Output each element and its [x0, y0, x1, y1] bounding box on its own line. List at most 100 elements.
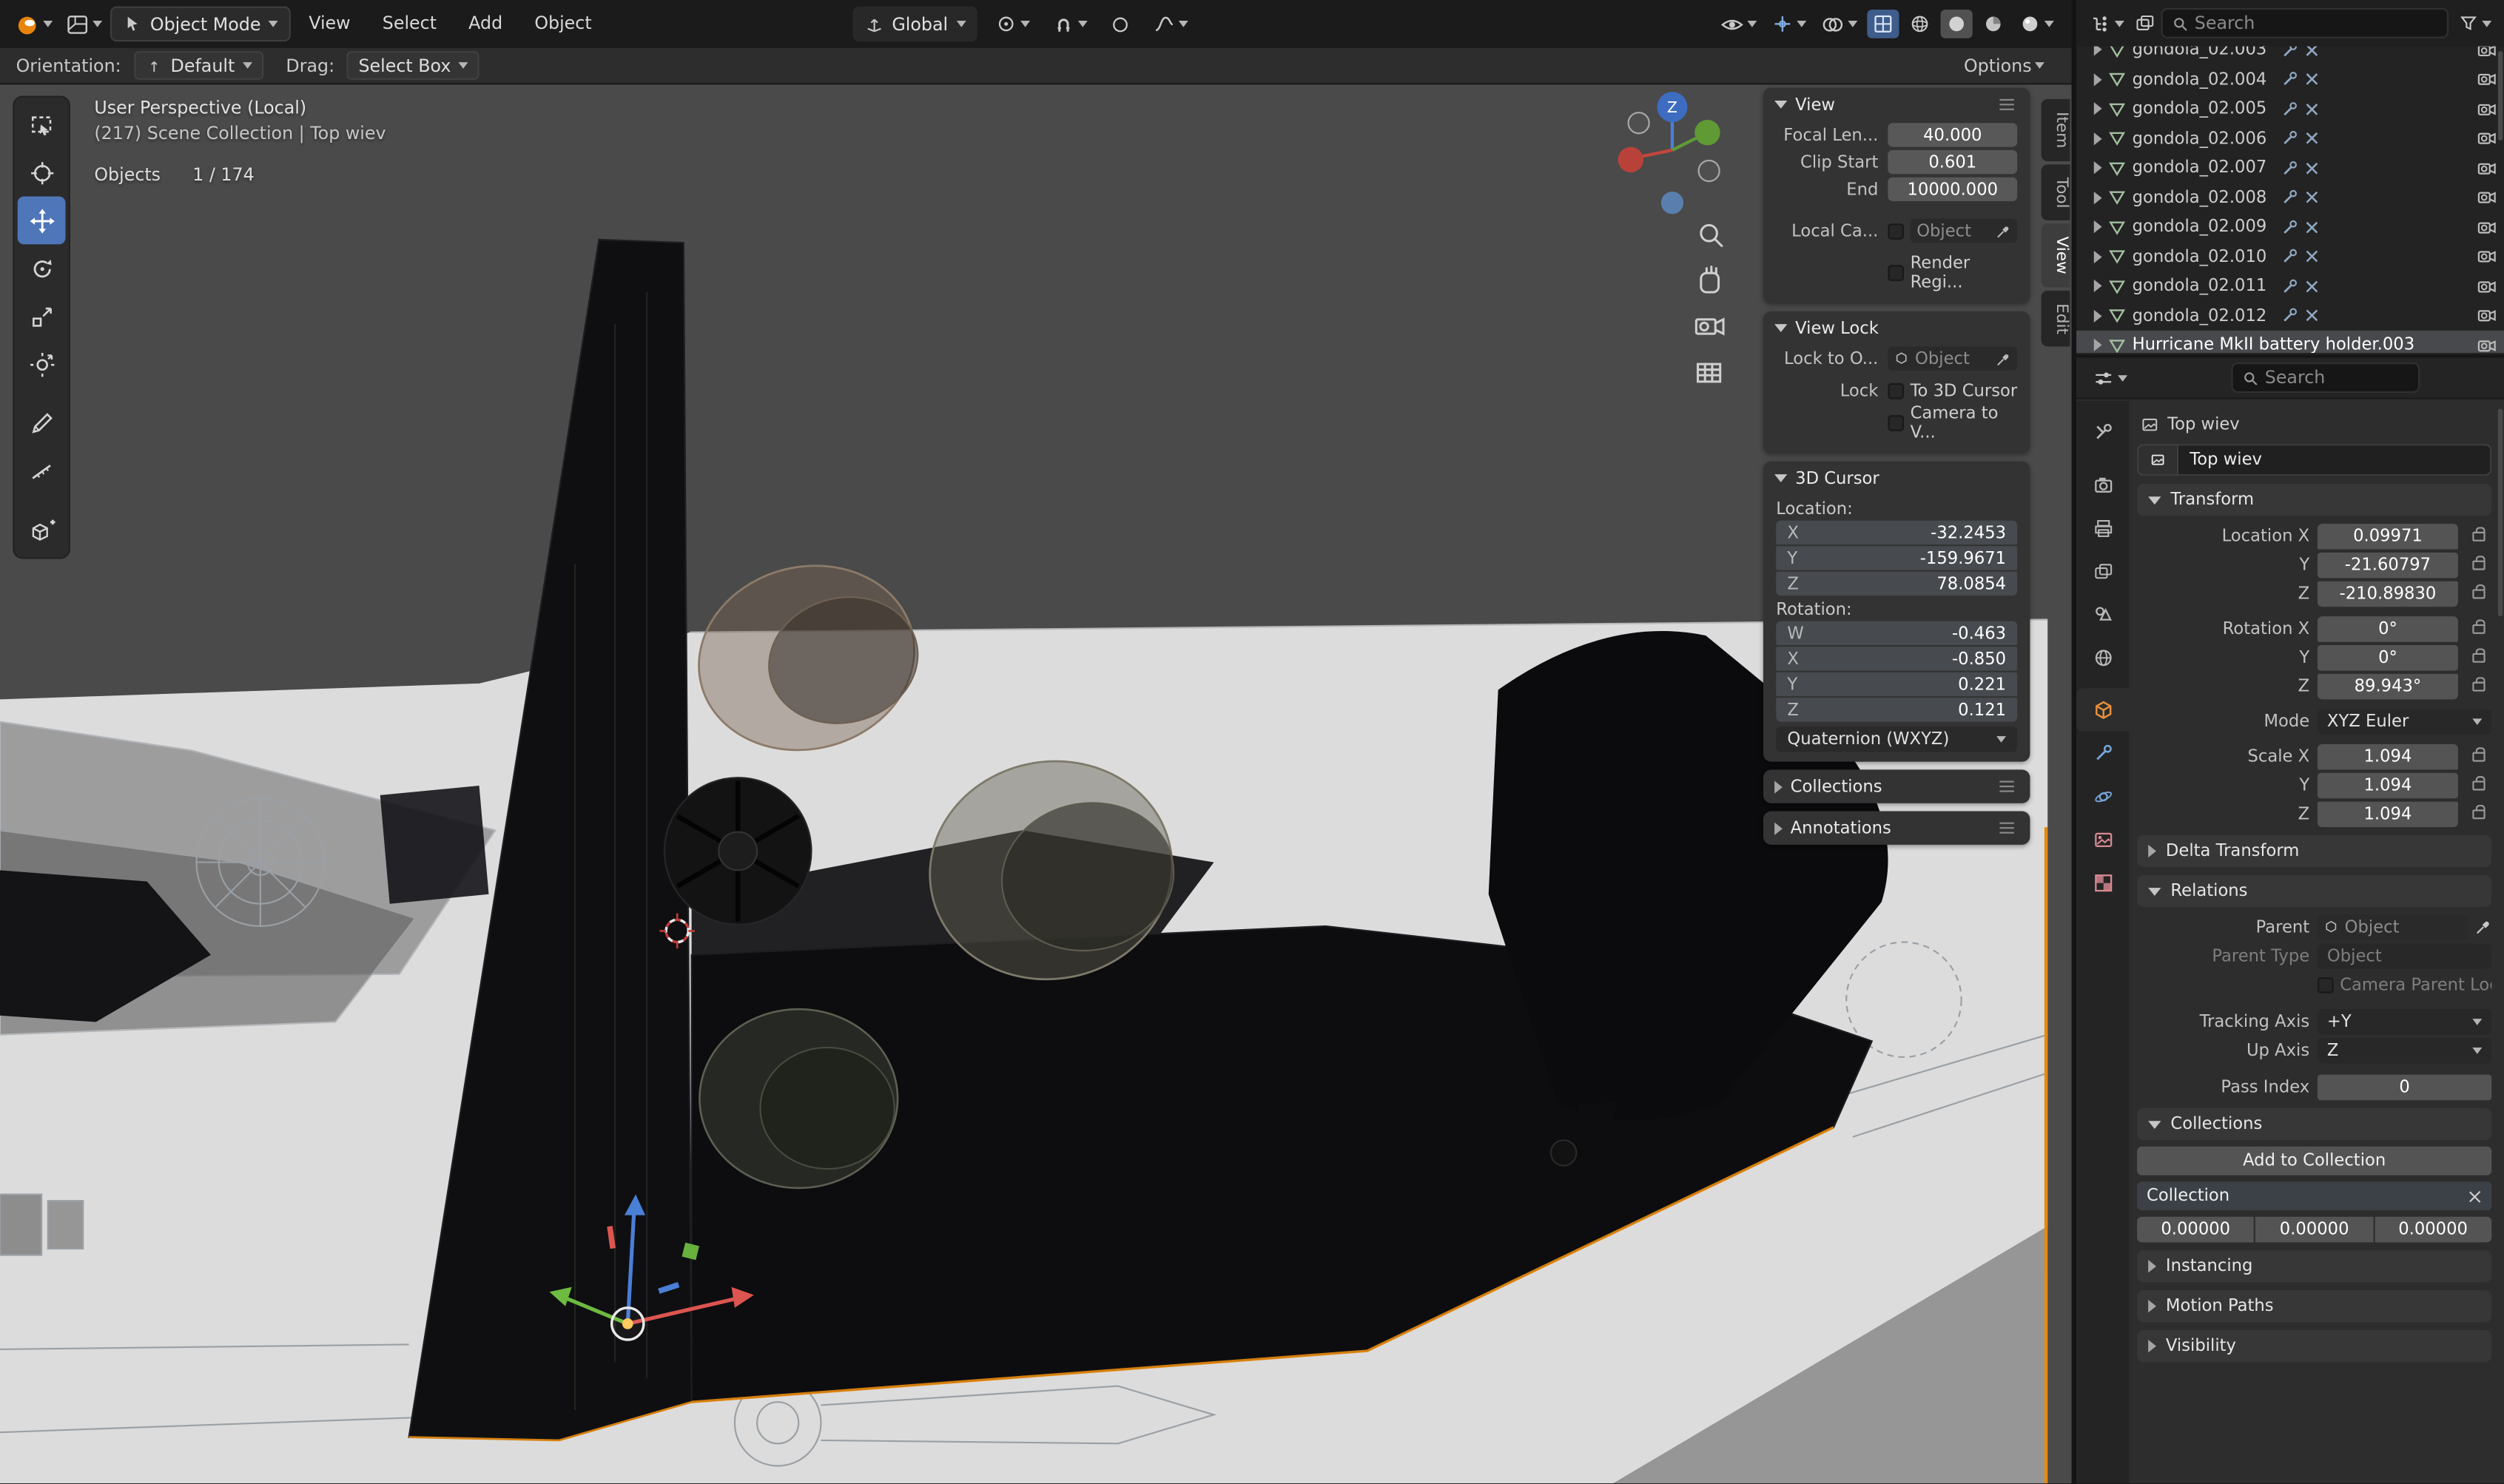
tab-modifiers[interactable] — [2076, 732, 2129, 775]
restrict-render-icon[interactable] — [2477, 248, 2497, 266]
menu-object[interactable]: Object — [520, 0, 606, 48]
outliner-item[interactable]: gondola_02.009 — [2076, 212, 2504, 242]
focal-length-field[interactable]: 40.000 — [1888, 123, 2017, 146]
sidebar-tab[interactable]: Tool — [2042, 164, 2070, 220]
axis-number-field[interactable]: Z 0.121 — [1776, 698, 2017, 721]
show-gizmo-button[interactable] — [1766, 10, 1811, 38]
pivot-point-button[interactable] — [989, 10, 1034, 38]
drag-dropdown[interactable]: Select Box — [347, 51, 479, 80]
delta-transform-header[interactable]: Delta Transform — [2137, 835, 2491, 867]
lock-icon[interactable] — [2472, 560, 2485, 570]
wrench-icon[interactable] — [2281, 71, 2299, 89]
editor-type-button[interactable] — [61, 9, 107, 39]
outliner-item[interactable]: gondola_02.012 — [2076, 301, 2504, 331]
tab-texture[interactable] — [2076, 860, 2129, 903]
number-field[interactable]: 1.094 — [2318, 772, 2458, 798]
up-axis-dropdown[interactable]: Z — [2318, 1037, 2491, 1063]
display-mode-icon[interactable] — [2134, 12, 2156, 34]
number-field[interactable]: -21.60797 — [2318, 552, 2458, 578]
wrench-icon[interactable] — [2281, 248, 2299, 266]
breadcrumb[interactable]: Top wiev — [2137, 409, 2491, 441]
snap-button[interactable] — [1047, 10, 1091, 38]
wrench-icon[interactable] — [2281, 189, 2299, 206]
wrench-icon[interactable] — [2281, 129, 2299, 147]
pass-index-field[interactable]: 0 — [2318, 1074, 2491, 1100]
menu-view[interactable]: View — [295, 0, 365, 48]
eyedropper-icon[interactable] — [1995, 223, 2011, 239]
tool-scale[interactable] — [18, 292, 66, 340]
collapse-icon[interactable] — [1774, 101, 1787, 109]
number-field[interactable]: 1.094 — [2318, 800, 2458, 826]
wrench-icon[interactable] — [2281, 159, 2299, 177]
show-overlays-button[interactable] — [1816, 10, 1862, 38]
clip-end-field[interactable]: 10000.000 — [1888, 178, 2017, 201]
restrict-render-icon[interactable] — [2477, 307, 2497, 325]
tools-icon[interactable] — [2303, 129, 2321, 147]
collections-section-header[interactable]: Collections — [2137, 1108, 2491, 1140]
tab-output[interactable] — [2076, 506, 2129, 549]
expand-icon[interactable] — [2094, 250, 2102, 263]
tab-view-layer[interactable] — [2076, 550, 2129, 593]
view-panel-header[interactable]: View — [1763, 88, 2030, 121]
lock-icon[interactable] — [2472, 681, 2485, 691]
annotations-panel-header[interactable]: Annotations — [1763, 812, 2030, 845]
collection-offset-field[interactable]: 0.00000 — [2375, 1217, 2491, 1243]
tool-annotate[interactable] — [18, 399, 66, 448]
axis-number-field[interactable]: Y -159.9671 — [1776, 546, 2017, 570]
expand-icon[interactable] — [2094, 162, 2102, 175]
outliner-scrollbar[interactable] — [2498, 51, 2503, 141]
lock-icon[interactable] — [2472, 780, 2485, 789]
relations-section-header[interactable]: Relations — [2137, 875, 2491, 907]
restrict-render-icon[interactable] — [2477, 159, 2497, 177]
tab-physics[interactable] — [2076, 775, 2129, 817]
tab-object-data[interactable] — [2076, 817, 2129, 860]
shading-solid-button[interactable] — [1941, 10, 1973, 38]
sidebar-tab[interactable]: Item — [2042, 99, 2070, 161]
wrench-icon[interactable] — [2281, 307, 2299, 325]
parent-object-field[interactable]: Object — [2318, 914, 2468, 940]
rotation-mode-dropdown[interactable]: Quaternion (WXYZ) — [1776, 726, 2017, 752]
lock-icon[interactable] — [2472, 531, 2485, 541]
tool-move[interactable] — [18, 196, 66, 244]
restrict-render-icon[interactable] — [2477, 189, 2497, 206]
lock-icon[interactable] — [2472, 588, 2485, 598]
collections-panel-header[interactable]: Collections — [1763, 769, 2030, 803]
tools-icon[interactable] — [2303, 189, 2321, 206]
add-to-collection-button[interactable]: Add to Collection — [2137, 1147, 2491, 1176]
collection-offset-field[interactable]: 0.00000 — [2256, 1217, 2373, 1243]
number-field[interactable]: 89.943° — [2318, 673, 2458, 699]
lock-3d-cursor-checkbox[interactable] — [1888, 383, 1904, 399]
number-field[interactable]: 0.09971 — [2318, 523, 2458, 549]
tool-transform[interactable] — [18, 340, 66, 388]
clip-start-field[interactable]: 0.601 — [1888, 150, 2017, 174]
expand-icon[interactable] — [2094, 191, 2102, 203]
render-region-checkbox[interactable] — [1888, 265, 1904, 281]
number-field[interactable]: 0° — [2318, 615, 2458, 641]
camera-parent-lock-checkbox[interactable] — [2318, 977, 2334, 993]
object-name-field[interactable]: Top wiev — [2178, 444, 2491, 476]
tool-add-cube[interactable] — [18, 506, 66, 554]
visibility-section-header[interactable]: Visibility — [2137, 1330, 2491, 1362]
3d-viewport[interactable]: Z User Perspective (Local) (217) Scene C… — [0, 84, 2072, 1483]
expand-icon[interactable] — [2094, 280, 2102, 292]
tab-render[interactable] — [2076, 463, 2129, 506]
expand-icon[interactable] — [2094, 132, 2102, 145]
wrench-icon[interactable] — [2281, 277, 2299, 295]
lock-icon[interactable] — [2472, 652, 2485, 662]
menu-add[interactable]: Add — [454, 0, 517, 48]
outliner-item[interactable]: gondola_02.008 — [2076, 183, 2504, 212]
outliner-item[interactable]: gondola_02.011 — [2076, 271, 2504, 301]
tools-icon[interactable] — [2303, 159, 2321, 177]
wrench-icon[interactable] — [2281, 218, 2299, 236]
options-dropdown[interactable]: Options — [1959, 52, 2050, 79]
outliner-item[interactable]: Hurricane MkII battery holder.003 — [2076, 331, 2504, 353]
properties-editor-type-button[interactable] — [2087, 363, 2132, 392]
3d-cursor-header[interactable]: 3D Cursor — [1763, 462, 2030, 495]
tools-icon[interactable] — [2303, 248, 2321, 266]
outliner-item[interactable]: gondola_02.006 — [2076, 124, 2504, 153]
tools-icon[interactable] — [2303, 71, 2321, 89]
wrench-icon[interactable] — [2281, 100, 2299, 118]
sidebar-tab[interactable]: View — [2042, 224, 2070, 288]
expand-icon[interactable] — [2094, 103, 2102, 115]
tab-object[interactable] — [2076, 688, 2129, 731]
